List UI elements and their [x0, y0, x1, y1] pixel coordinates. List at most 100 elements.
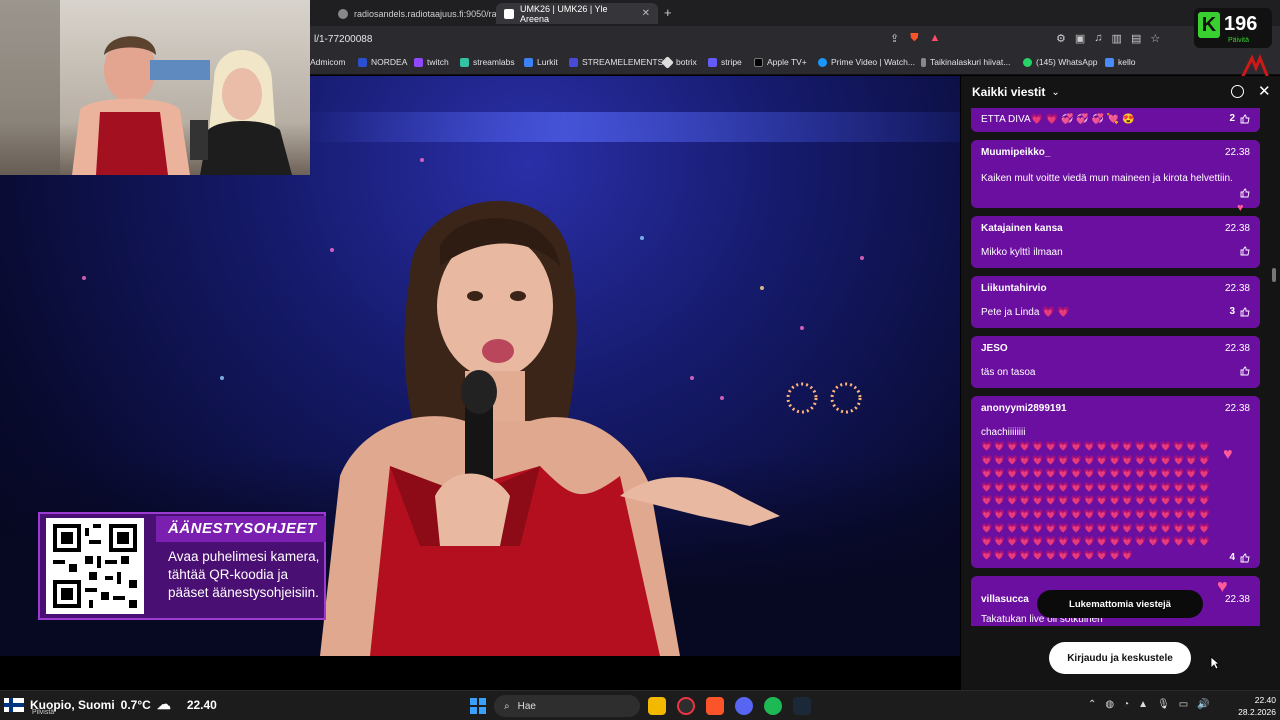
spotify-icon[interactable] [764, 697, 782, 715]
mouse-cursor-icon [1210, 656, 1220, 670]
message-username[interactable]: Muumipeikko_ [981, 147, 1050, 158]
close-tab-icon[interactable]: ✕ [642, 8, 650, 19]
message-username[interactable]: Katajainen kansa [981, 223, 1063, 234]
microphone-icon[interactable]: 🎙 [1157, 699, 1170, 710]
prime-video-icon [818, 57, 827, 67]
message-time: 22.38 [1224, 223, 1250, 234]
tray-app-icon[interactable]: ◔ [1123, 699, 1129, 710]
close-icon[interactable]: ✕ [1258, 82, 1271, 100]
login-chat-button[interactable]: Kirjaudu ja keskustele [1049, 642, 1191, 674]
brave-shield-icon[interactable]: ⛊ [910, 32, 918, 45]
sidebar-icon[interactable]: ▥ [1112, 32, 1122, 45]
weather-condition: Pilvistä [32, 709, 55, 716]
bookmark-star-icon[interactable]: ☆ [1150, 32, 1160, 45]
bookmark-item[interactable]: streamlabs [460, 57, 515, 67]
media-icon[interactable]: ♫ [1094, 32, 1102, 45]
like-button[interactable] [1240, 246, 1250, 256]
wallet-icon[interactable]: ▤ [1131, 32, 1141, 45]
steam-icon[interactable] [793, 697, 811, 715]
clock-icon [1105, 57, 1114, 67]
toolbar-icons: ⚙ ▣ ♫ ▥ ▤ ☆ [1056, 32, 1160, 45]
bookmark-item[interactable]: Taikinalaskuri hiivat... [921, 57, 1010, 67]
message-time: 22.38 [1224, 343, 1250, 354]
qr-code-icon [53, 524, 137, 608]
brave-icon[interactable] [706, 697, 724, 715]
globe-icon [338, 8, 348, 19]
cloud-icon: ☁ [156, 696, 171, 712]
tray-app-icon[interactable]: ▲ [1138, 699, 1148, 710]
bookmark-item[interactable]: STREAMELEMENTS [569, 57, 663, 67]
thumbs-up-icon [1240, 553, 1250, 562]
chat-message: Katajainen kansa 22.38 Mikko kylttì ilma… [971, 216, 1260, 268]
discord-icon[interactable] [735, 697, 753, 715]
areena-icon [504, 8, 514, 19]
like-button[interactable]: 4 [1229, 552, 1250, 563]
info-icon[interactable] [1231, 85, 1244, 98]
hearts-emote-block: 💗💗💗💗💗💗💗💗💗💗💗💗💗💗💗💗💗💗💗💗💗💗💗💗💗💗💗💗💗💗💗💗💗💗💗💗💗💗💗💗… [981, 441, 1212, 560]
bookmark-item[interactable]: Prime Video | Watch... [818, 57, 915, 67]
chat-filter-dropdown[interactable]: Kaikki viestit [972, 85, 1045, 99]
message-username[interactable]: Liikuntahirvio [981, 283, 1047, 294]
kick-viewer-badge: K 196 Päivitä [1194, 8, 1272, 48]
message-time: 22.38 [1224, 147, 1250, 158]
tab-yle-areena[interactable]: UMK26 | UMK26 | Yle Areena ✕ [496, 3, 658, 24]
bookmark-item[interactable]: twitch [414, 57, 449, 67]
like-count: 4 [1229, 552, 1235, 563]
chat-scrollbar[interactable] [1272, 268, 1276, 282]
search-icon: ⌕ [504, 700, 510, 712]
message-username[interactable]: JESO [981, 343, 1008, 354]
screenshot-icon[interactable]: ▣ [1075, 32, 1085, 45]
unread-messages-button[interactable]: Lukemattomia viestejä [1037, 590, 1203, 618]
document-icon [921, 57, 926, 67]
volume-icon[interactable]: 🔊 [1197, 699, 1209, 710]
file-explorer-icon[interactable] [648, 697, 666, 715]
chevron-down-icon[interactable]: ⌄ [1051, 87, 1059, 98]
like-button[interactable] [1240, 188, 1250, 198]
message-time: 22.38 [1224, 594, 1250, 605]
bookmark-item[interactable]: (145) WhatsApp [1023, 57, 1097, 67]
display-icon[interactable]: ▭ [1179, 699, 1188, 710]
bookmark-item[interactable]: Lurkit [524, 57, 558, 67]
like-button[interactable]: 2 [1229, 113, 1250, 124]
like-count: 3 [1229, 306, 1235, 317]
like-button[interactable]: 3 [1229, 306, 1250, 317]
floating-heart-icon: ♥ [1217, 576, 1228, 596]
taskbar-search[interactable]: ⌕ Hae [494, 695, 640, 717]
message-time: 22.38 [1224, 283, 1250, 294]
weather-widget[interactable]: Kuopio, Suomi 0.7°C ☁ 22.40 Pilvistä [4, 696, 217, 716]
message-username[interactable]: villasucca [981, 594, 1029, 605]
network-icon[interactable]: ◍ [1105, 699, 1114, 710]
bookmark-item[interactable]: stripe [708, 57, 742, 67]
streamers-image [0, 0, 292, 175]
system-tray: ⌃ ◍ ◔ ▲ 🎙 ▭ 🔊 [1088, 699, 1210, 710]
bookmark-item[interactable]: Admicom [310, 57, 345, 67]
overlay-title: ÄÄNESTYSOHJEET [156, 516, 326, 542]
chrome-icon[interactable] [677, 697, 695, 715]
like-button[interactable] [1240, 366, 1250, 376]
streamlabs-icon [460, 57, 469, 67]
clock-time: 22.40 [1254, 695, 1276, 705]
bookmark-item[interactable]: NORDEA [358, 57, 407, 67]
message-text: Mikko kylttì ilmaan [981, 247, 1063, 258]
start-button[interactable] [470, 698, 486, 714]
bookmark-item[interactable]: Apple TV+ [754, 57, 807, 67]
url-field[interactable]: l/1-77200088 [314, 34, 372, 45]
new-tab-button[interactable]: + [664, 5, 672, 20]
chevron-up-icon[interactable]: ⌃ [1088, 699, 1096, 710]
clock-date: 28.2.2026 [1238, 707, 1276, 717]
screen: radiosandels.radiotaajuus.fi:9050/radi U… [0, 0, 1280, 720]
message-username[interactable]: anonyymi2899191 [981, 403, 1067, 414]
bookmark-item[interactable]: botrix [661, 55, 697, 69]
taskbar-clock[interactable]: 22.40 28.2.2026 [1226, 694, 1276, 718]
share-icon[interactable]: ⇪ [890, 32, 899, 45]
extensions-icon[interactable]: ⚙ [1056, 32, 1066, 45]
chat-message: anonyymi2899191 22.38 chachiiiiiiii 💗💗💗💗… [971, 396, 1260, 568]
thumbs-up-icon [1240, 307, 1250, 316]
message-text: ETTA DIVA💗 💗 💞 💞 💞 💘 😍 [981, 114, 1135, 125]
chat-message: Liikuntahirvio 22.38 Pete ja Linda 💗 💗 3 [971, 276, 1260, 328]
tab-radio[interactable]: radiosandels.radiotaajuus.fi:9050/radi [330, 3, 504, 24]
bookmark-item[interactable]: kello [1105, 57, 1135, 67]
thumbs-up-icon [1240, 114, 1250, 123]
message-text: Kaiken mult voitte viedä mun maineen ja … [981, 173, 1233, 184]
rewards-icon[interactable]: ▲ [929, 32, 940, 45]
